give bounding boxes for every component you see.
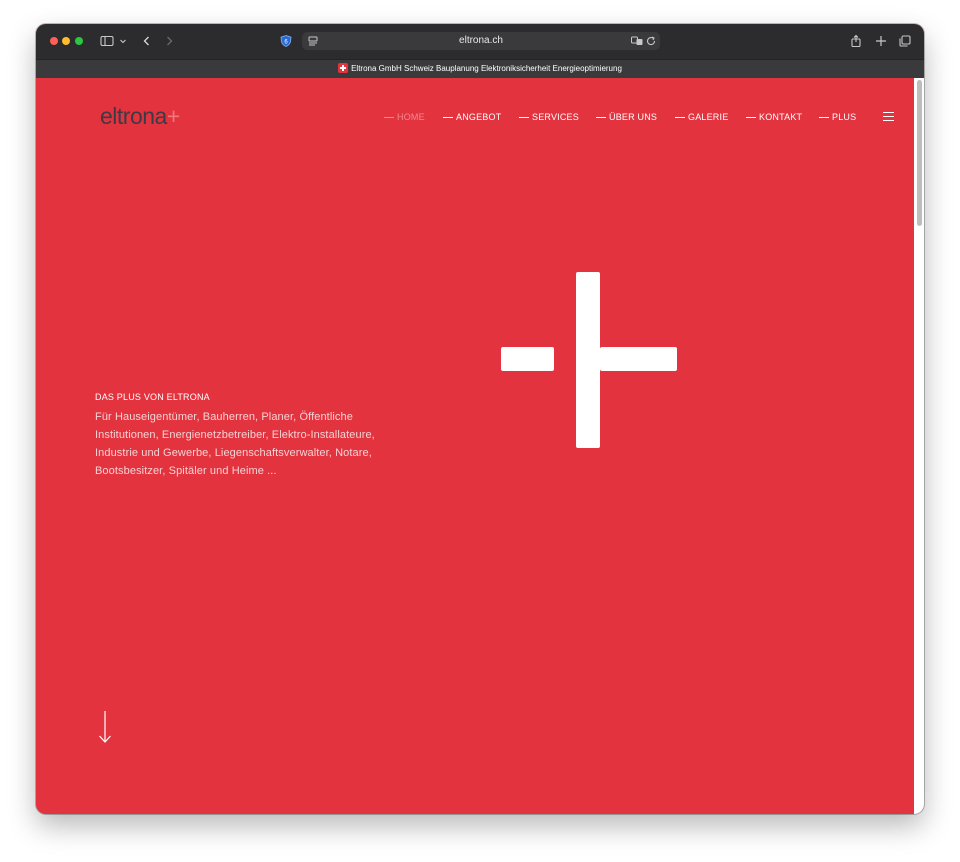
web-page: eltrona+ HOME ANGEBOT SERVICES ÜBER UNS …	[36, 78, 914, 814]
hamburger-icon[interactable]	[883, 112, 894, 121]
nav-label: GALERIE	[688, 112, 729, 122]
browser-toolbar: 6 eltrona.ch	[36, 24, 924, 59]
nav-label: HOME	[397, 112, 425, 122]
reload-icon[interactable]	[644, 34, 658, 48]
zoom-window-button[interactable]	[75, 37, 83, 45]
url-text: eltrona.ch	[459, 35, 503, 46]
sidebar-icon[interactable]	[100, 34, 114, 48]
back-icon[interactable]	[140, 34, 154, 48]
share-icon[interactable]	[849, 34, 863, 48]
nav-dash	[819, 117, 829, 118]
nav-label: KONTAKT	[759, 112, 803, 122]
nav-plus[interactable]: PLUS	[819, 110, 856, 124]
hero-text: Für Hauseigentümer, Bauherren, Planer, Ö…	[95, 411, 375, 477]
nav-home[interactable]: HOME	[384, 110, 425, 124]
translate-icon[interactable]	[630, 34, 644, 48]
nav-angebot[interactable]: ANGEBOT	[443, 110, 501, 124]
logo-text: eltrona	[100, 103, 167, 129]
nav-dash	[746, 117, 756, 118]
nav-dash	[519, 117, 529, 118]
page-scrollbar[interactable]	[914, 78, 924, 814]
hero-label: DAS PLUS VON ELTRONA	[95, 392, 210, 402]
nav-ueber-uns[interactable]: ÜBER UNS	[596, 110, 657, 124]
nav-dash	[443, 117, 453, 118]
active-tab[interactable]: Eltrona GmbH Schweiz Bauplanung Elektron…	[36, 62, 924, 76]
big-plus-icon	[501, 272, 677, 448]
scrollbar-thumb[interactable]	[917, 80, 922, 226]
nav-label: SERVICES	[532, 112, 579, 122]
forward-icon[interactable]	[162, 34, 176, 48]
nav-label: PLUS	[832, 112, 857, 122]
nav-label: ÜBER UNS	[609, 112, 658, 122]
shield-icon[interactable]: 6	[279, 34, 293, 48]
minimize-window-button[interactable]	[62, 37, 70, 45]
nav-dash	[384, 117, 394, 118]
new-tab-icon[interactable]	[874, 34, 888, 48]
favicon-icon	[338, 63, 349, 73]
tabs-overview-icon[interactable]	[898, 34, 912, 48]
close-window-button[interactable]	[50, 37, 58, 45]
nav-kontakt[interactable]: KONTAKT	[746, 110, 802, 124]
address-bar[interactable]: eltrona.ch	[302, 32, 660, 50]
nav-dash	[675, 117, 685, 118]
tab-title: Eltrona GmbH Schweiz Bauplanung Elektron…	[351, 64, 622, 73]
nav-label: ANGEBOT	[456, 112, 502, 122]
chevron-down-icon[interactable]	[118, 34, 128, 48]
nav-galerie[interactable]: GALERIE	[675, 110, 728, 124]
site-logo[interactable]: eltrona+	[100, 102, 180, 130]
tab-bar: Eltrona GmbH Schweiz Bauplanung Elektron…	[36, 59, 924, 79]
down-arrow-icon[interactable]	[98, 710, 112, 744]
nav-services[interactable]: SERVICES	[519, 110, 579, 124]
logo-plus-icon: +	[166, 103, 180, 129]
nav-dash	[596, 117, 606, 118]
browser-window: 6 eltrona.ch Eltrona GmbH Schweiz Baupla…	[36, 24, 924, 814]
